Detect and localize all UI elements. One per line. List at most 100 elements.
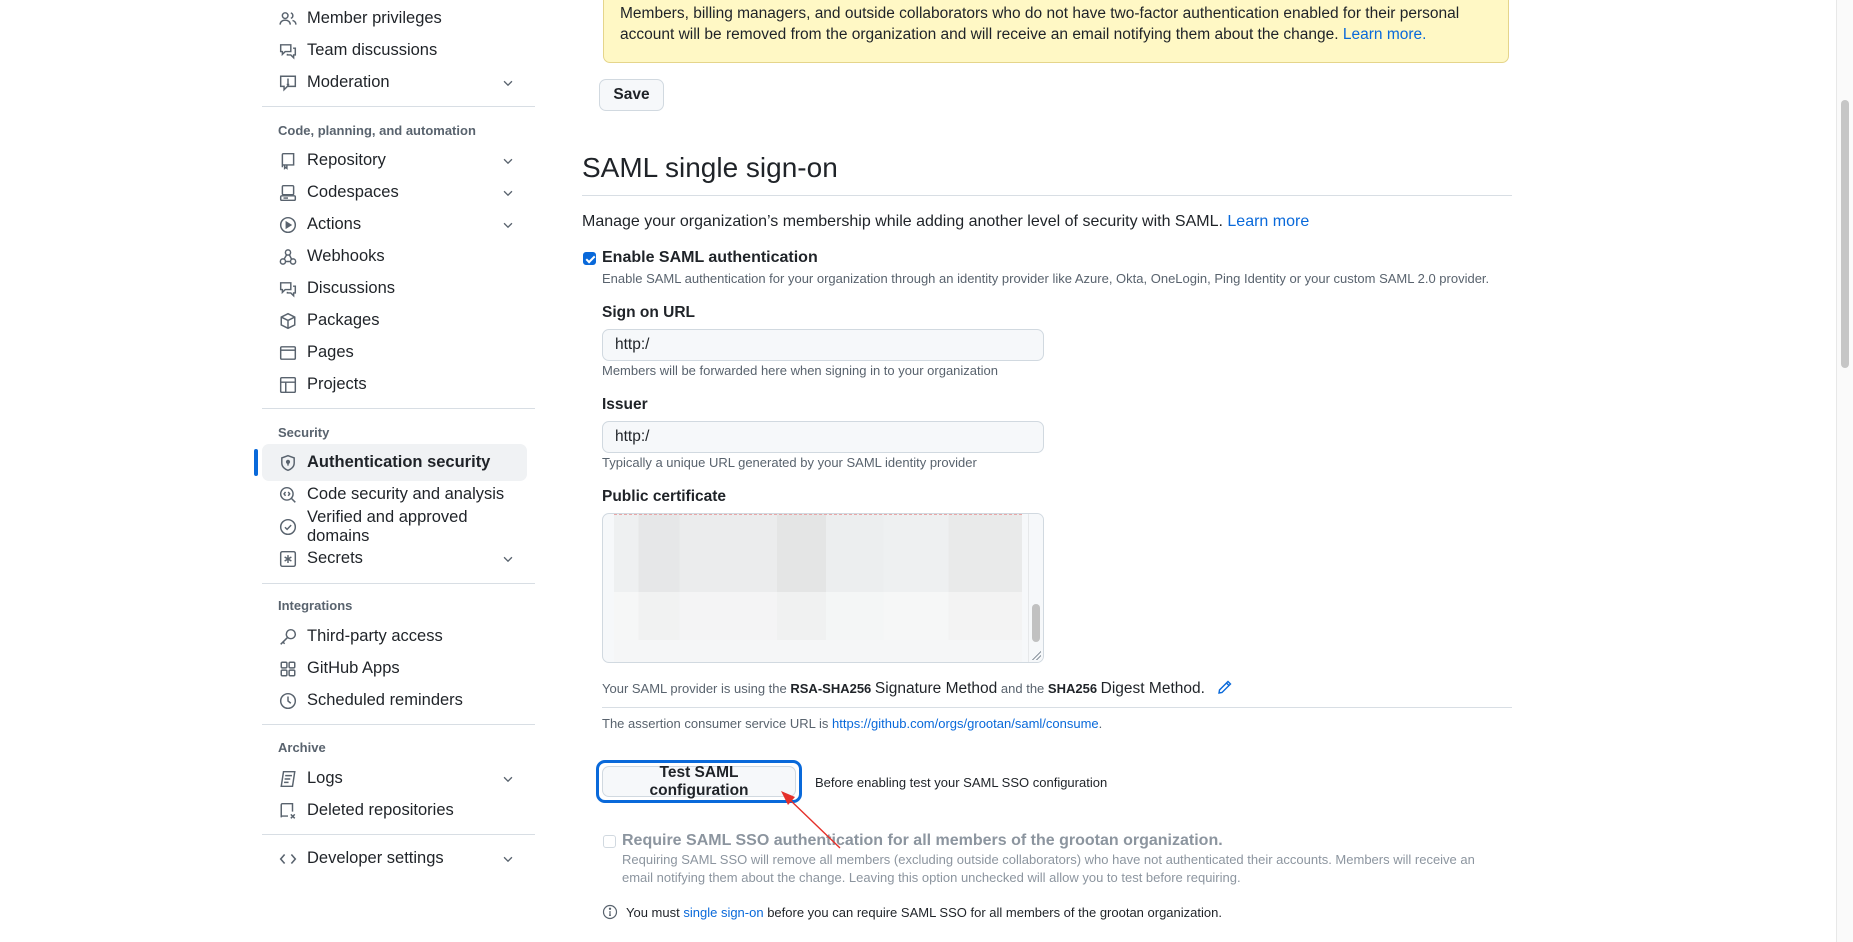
sidebar-divider (262, 408, 535, 409)
chevron-down-icon (503, 158, 513, 164)
sidebar-heading-security: Security (278, 425, 330, 440)
sidebar-divider (262, 834, 535, 835)
sidebar-item-label: Third-party access (307, 627, 443, 645)
flash-learn-more-link[interactable]: Learn more. (1343, 26, 1427, 43)
log-icon (278, 769, 297, 788)
chevron-down-icon (503, 222, 513, 228)
saml-description-text: Manage your organization’s membership wh… (582, 213, 1223, 230)
public-certificate-textarea[interactable] (602, 513, 1044, 663)
chevron-down-icon (503, 80, 513, 86)
sidebar-item-label: Discussions (307, 279, 396, 297)
sidebar-item-deleted-repositories[interactable]: Deleted repositories (262, 792, 527, 829)
verified-icon (278, 517, 297, 536)
enable-saml-label[interactable]: Enable SAML authentication (602, 249, 818, 267)
sidebar-item-label: GitHub Apps (307, 659, 400, 677)
webhook-icon (278, 247, 297, 266)
single-sign-on-link[interactable]: single sign-on (683, 905, 763, 920)
package-icon (278, 311, 297, 330)
page-scrollbar-thumb[interactable] (1841, 100, 1849, 368)
require-saml-sso-label: Require SAML SSO authentication for all … (622, 832, 1223, 849)
sidebar-item-developer-settings[interactable]: Developer settings (262, 840, 527, 877)
codescan-icon (278, 485, 297, 504)
test-saml-configuration-button[interactable]: Test SAML configuration (602, 764, 796, 799)
issuer-input[interactable] (602, 421, 1044, 453)
certificate-redacted-content (614, 640, 1022, 662)
play-icon (278, 215, 297, 234)
repo-deleted-icon (278, 801, 297, 820)
issuer-note: Typically a unique URL generated by your… (602, 455, 977, 470)
sidebar-item-label: Deleted repositories (307, 801, 454, 819)
textarea-resize-handle[interactable] (1031, 650, 1041, 660)
shield-lock-icon (278, 453, 297, 472)
sidebar-item-label: Member privileges (307, 9, 442, 27)
digest-method-value: SHA256 (1047, 681, 1098, 696)
browser-icon (278, 343, 297, 362)
sidebar-item-scheduled-reminders[interactable]: Scheduled reminders (262, 682, 527, 719)
sidebar-divider (262, 106, 535, 107)
textarea-scrollbar-thumb[interactable] (1032, 604, 1040, 642)
sign-on-url-input[interactable] (602, 329, 1044, 361)
require-saml-sso-note: Requiring SAML SSO will remove all membe… (622, 852, 1475, 885)
sign-on-url-note: Members will be forwarded here when sign… (602, 363, 998, 378)
sidebar-item-label: Actions (307, 215, 362, 233)
sidebar-heading-integrations: Integrations (278, 598, 353, 613)
comment-discussion-icon (278, 41, 297, 60)
acs-url-info: The assertion consumer service URL is ht… (602, 716, 1102, 731)
code-icon (278, 849, 297, 868)
public-certificate-label: Public certificate (602, 488, 727, 505)
sidebar-item-label: Team discussions (307, 41, 438, 59)
signature-prefix: Your SAML provider is using the (602, 681, 787, 696)
enable-saml-checkbox[interactable] (583, 252, 596, 265)
sidebar-item-label: Webhooks (307, 247, 385, 265)
sidebar-item-secrets[interactable]: Secrets (262, 540, 527, 577)
key-icon (278, 627, 297, 646)
signature-method-info: Your SAML provider is using the RSA-SHA2… (602, 679, 1233, 698)
pencil-icon[interactable] (1217, 679, 1233, 695)
test-saml-hint: Before enabling test your SAML SSO confi… (815, 775, 1108, 790)
sidebar-item-label: Packages (307, 311, 380, 329)
signature-method-label: Signature Method (874, 680, 998, 697)
clock-icon (278, 691, 297, 710)
apps-icon (278, 659, 297, 678)
flash-text: Members, billing managers, and outside c… (620, 5, 1460, 43)
info-suffix: before you can require SAML SSO for all … (767, 904, 1222, 920)
key-asterisk-icon (278, 549, 297, 568)
sidebar-item-label: Scheduled reminders (307, 691, 463, 709)
save-button[interactable]: Save (599, 79, 664, 111)
info-icon (602, 904, 618, 920)
sidebar-divider (262, 724, 535, 725)
saml-section-title: SAML single sign-on (582, 152, 838, 183)
section-divider (582, 195, 1512, 196)
sidebar-item-label: Secrets (307, 549, 363, 567)
page-scrollbar[interactable] (1836, 0, 1853, 942)
require-saml-sso-checkbox[interactable] (603, 835, 616, 848)
codespaces-icon (278, 183, 297, 202)
sidebar-item-label: Codespaces (307, 183, 399, 201)
chevron-down-icon (503, 190, 513, 196)
sidebar-item-label: Moderation (307, 73, 390, 91)
sidebar-item-label: Authentication security (307, 453, 491, 471)
chevron-down-icon (503, 776, 513, 782)
info-prefix: You must (626, 904, 680, 920)
sidebar-heading-code-planning: Code, planning, and automation (278, 123, 476, 138)
sidebar-heading-archive: Archive (278, 740, 326, 755)
textarea-scrollbar[interactable] (1028, 514, 1043, 662)
sign-on-url-label: Sign on URL (602, 304, 695, 321)
chevron-down-icon (503, 556, 513, 562)
enable-saml-note: Enable SAML authentication for your orga… (602, 271, 1490, 286)
sidebar-item-label: Code security and analysis (307, 485, 505, 503)
table-icon (278, 375, 297, 394)
repo-icon (278, 151, 297, 170)
comment-discussion-icon (278, 279, 297, 298)
sidebar-divider (262, 583, 535, 584)
sidebar-item-label: Projects (307, 375, 367, 393)
sidebar-item-moderation[interactable]: Moderation (262, 64, 527, 101)
require-sso-info: You must single sign-on before you can r… (602, 904, 1222, 920)
chevron-down-icon (503, 856, 513, 862)
sidebar-item-label: Logs (307, 769, 343, 787)
sidebar-item-projects[interactable]: Projects (262, 366, 527, 403)
digest-method-label: Digest Method. (1100, 680, 1205, 697)
saml-learn-more-link[interactable]: Learn more (1227, 213, 1309, 230)
sidebar-item-label: Repository (307, 151, 386, 169)
acs-url-link[interactable]: https://github.com/orgs/grootan/saml/con… (832, 716, 1099, 731)
